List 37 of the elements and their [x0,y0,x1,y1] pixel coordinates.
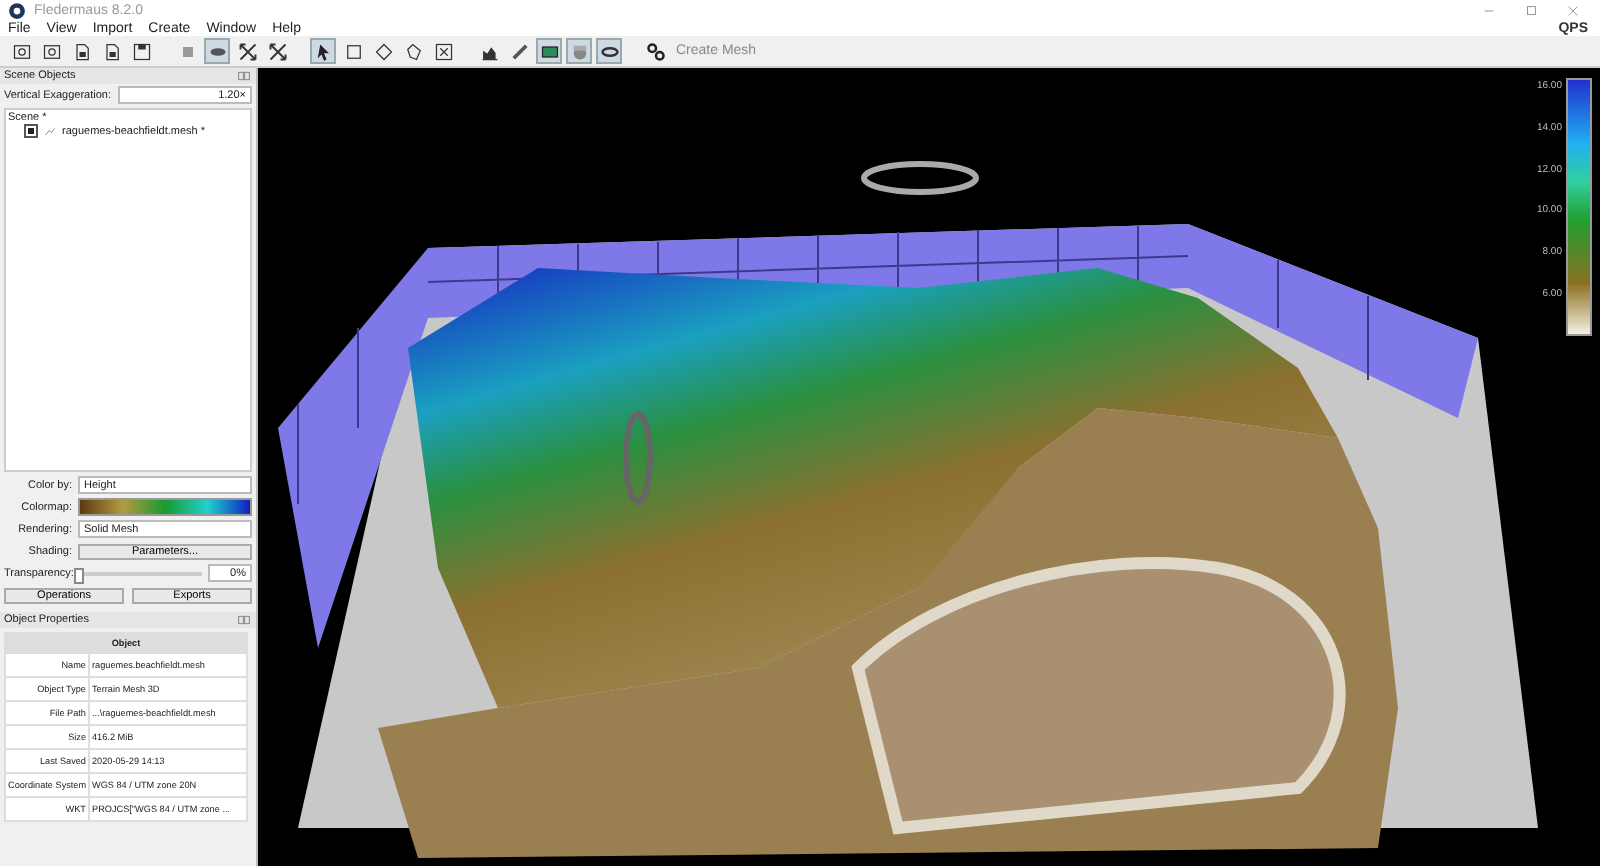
color-icon [539,41,559,61]
toolbar-button[interactable] [536,38,562,64]
ring-icon [599,41,619,61]
rectangle-icon [343,41,363,61]
document-icon [101,41,121,61]
mesh-icon [44,125,56,137]
document-icon [71,41,91,61]
camera-icon [41,41,61,61]
camera-icon [11,41,31,61]
toolbar-button[interactable] [370,38,396,64]
arrows-icon [267,41,287,61]
ring-drawing [623,411,653,505]
dock-icon[interactable] [236,70,252,82]
ruler-icon [509,41,529,61]
shade-icon [569,41,589,61]
toolbar-button[interactable] [310,38,336,64]
toolbar-button[interactable] [596,38,622,64]
close-icon[interactable] [1566,3,1580,17]
toolbar-button[interactable] [264,38,290,64]
arrows-icon [237,41,257,61]
restore-icon[interactable] [1524,3,1538,17]
square-icon [177,41,197,61]
diamond-icon [373,41,393,61]
save-icon [131,41,151,61]
toolbar-button[interactable] [430,38,456,64]
delete-icon [433,41,453,61]
toolbar-button[interactable] [128,38,154,64]
dock-icon[interactable] [236,614,252,626]
toolbar-button[interactable] [234,38,260,64]
link-icon [645,41,665,61]
chart-icon [479,41,499,61]
pointer-icon [313,41,333,61]
toolbar-button[interactable] [642,38,668,64]
checkbox[interactable] [24,124,38,138]
ring-drawing [861,161,979,195]
slider-thumb[interactable] [74,567,84,583]
colormap-dropdown[interactable] [78,498,252,516]
